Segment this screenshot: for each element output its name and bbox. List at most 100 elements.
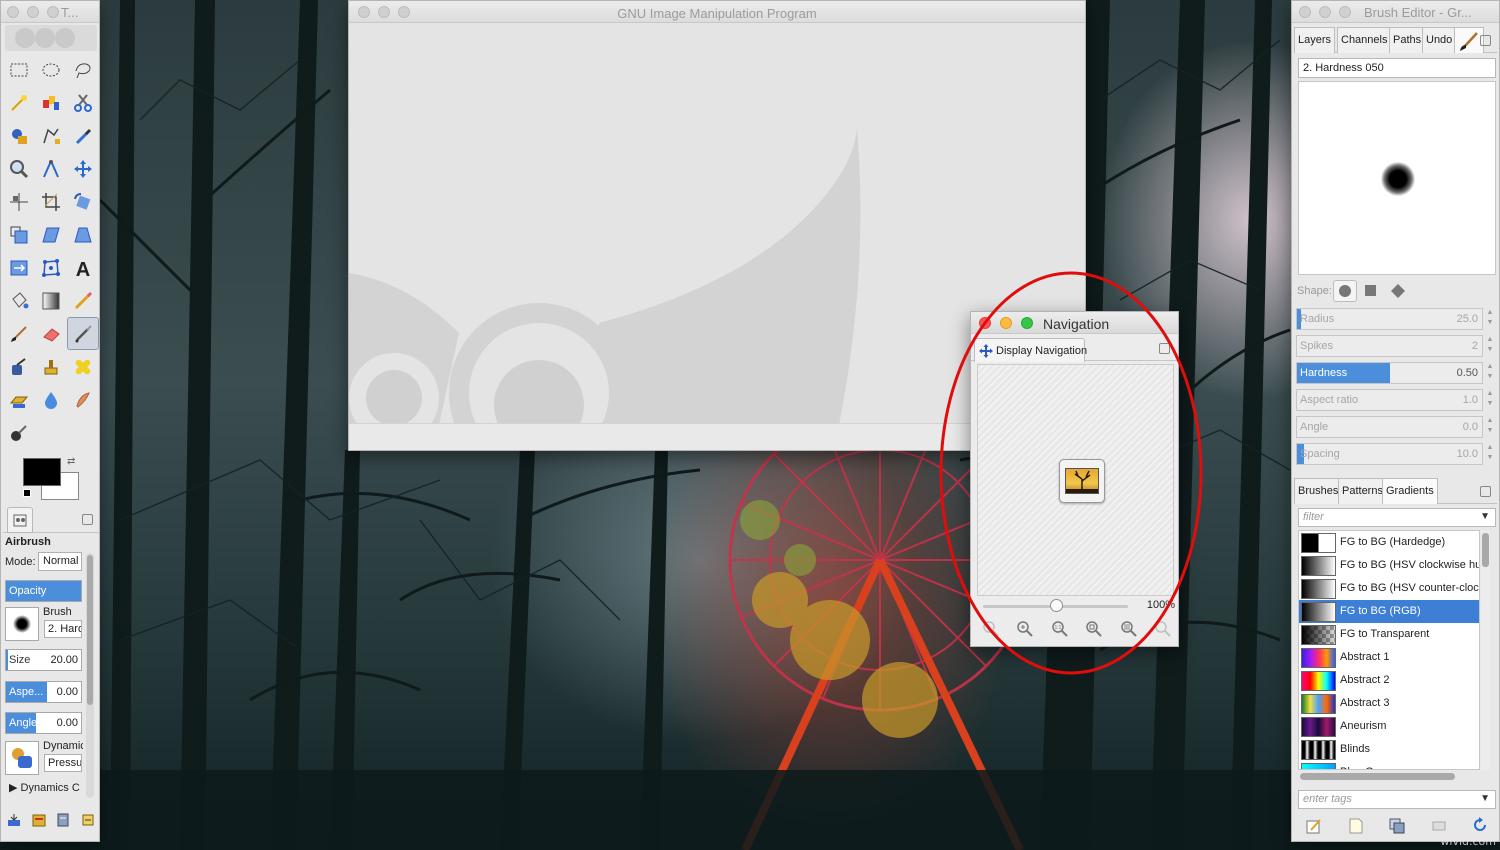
- zoom-out-button[interactable]: [979, 619, 1003, 639]
- eraser-tool[interactable]: [35, 317, 67, 350]
- mode-select[interactable]: Normal: [38, 552, 82, 571]
- dynamics-preview-button[interactable]: [5, 741, 39, 775]
- gradient-list-item[interactable]: FG to BG (RGB): [1299, 600, 1479, 623]
- spin-button[interactable]: ▲ ▼: [1485, 362, 1495, 384]
- restore-options-button[interactable]: [30, 811, 48, 829]
- tab-paths[interactable]: Paths: [1389, 27, 1426, 53]
- scale-tool[interactable]: [3, 218, 35, 251]
- blur-tool[interactable]: [35, 383, 67, 416]
- cage-tool[interactable]: [35, 251, 67, 284]
- dodge-burn-tool[interactable]: [3, 416, 35, 449]
- gradient-list-hscrollbar[interactable]: [1300, 773, 1455, 780]
- chevron-down-icon[interactable]: ▼: [1480, 793, 1490, 804]
- navigation-titlebar[interactable]: Navigation: [971, 312, 1178, 334]
- dynamics-options-expander[interactable]: ▶ Dynamics C: [9, 781, 91, 794]
- new-gradient-button[interactable]: [1346, 816, 1366, 836]
- aspect-slider[interactable]: Aspe... 0.00: [5, 681, 82, 703]
- image-thumbnail[interactable]: [1059, 459, 1105, 503]
- perspective-tool[interactable]: [67, 218, 99, 251]
- tab-layers[interactable]: Layers: [1294, 27, 1336, 53]
- gradient-list-item[interactable]: Abstract 1: [1299, 646, 1479, 669]
- shape-square-button[interactable]: [1359, 280, 1383, 302]
- navigation-preview[interactable]: [977, 364, 1174, 596]
- brush-name-field[interactable]: 2. Hard: [44, 620, 82, 638]
- save-options-button[interactable]: [5, 811, 23, 829]
- gradient-filter-input[interactable]: filter ▼: [1298, 508, 1496, 527]
- tab-display-navigation[interactable]: Display Navigation: [974, 338, 1087, 362]
- zoom-fill-button[interactable]: [1117, 619, 1141, 639]
- edit-gradient-button[interactable]: [1304, 816, 1324, 836]
- tab-brushes[interactable]: Brushes: [1294, 478, 1343, 504]
- close-button[interactable]: [1299, 6, 1311, 18]
- minimize-button[interactable]: [1000, 317, 1012, 329]
- rect-select-tool[interactable]: [3, 53, 35, 86]
- tool-options-tab[interactable]: [7, 507, 33, 533]
- foreground-select-tool[interactable]: [3, 119, 35, 152]
- minimize-button[interactable]: [1319, 6, 1331, 18]
- dock-titlebar[interactable]: Brush Editor - Gr...: [1292, 1, 1499, 23]
- shear-tool[interactable]: [35, 218, 67, 251]
- crop-tool[interactable]: [35, 185, 67, 218]
- align-tool[interactable]: [3, 185, 35, 218]
- ellipse-select-tool[interactable]: [35, 53, 67, 86]
- size-slider[interactable]: Size 20.00: [5, 649, 82, 671]
- brush-name-field[interactable]: 2. Hardness 050: [1298, 58, 1496, 78]
- brush-angle-slider[interactable]: Angle 0.0: [1296, 416, 1483, 438]
- heal-tool[interactable]: [67, 350, 99, 383]
- wilber-drop-zone[interactable]: [5, 25, 97, 51]
- brush-aspect-ratio-slider[interactable]: Aspect ratio 1.0: [1296, 389, 1483, 411]
- pencil-tool[interactable]: [67, 284, 99, 317]
- tab-undo[interactable]: Undo: [1422, 27, 1457, 53]
- fuzzy-select-tool[interactable]: [3, 86, 35, 119]
- gradient-list-item[interactable]: FG to BG (HSV counter-clockwise): [1299, 577, 1479, 600]
- smudge-tool[interactable]: [67, 383, 99, 416]
- gradient-list-item[interactable]: Aneurism: [1299, 715, 1479, 738]
- paintbrush-tool[interactable]: [3, 317, 35, 350]
- move-tool[interactable]: [67, 152, 99, 185]
- shape-diamond-button[interactable]: [1386, 280, 1410, 302]
- brush-hardness-slider[interactable]: Hardness 0.50: [1296, 362, 1483, 384]
- zoom-tool[interactable]: [3, 152, 35, 185]
- paths-tool[interactable]: [35, 119, 67, 152]
- color-select-tool[interactable]: [35, 86, 67, 119]
- perspective-clone-tool[interactable]: [3, 383, 35, 416]
- tags-input[interactable]: enter tags ▼: [1298, 790, 1496, 809]
- default-colors-icon[interactable]: [23, 489, 31, 497]
- brush-radius-slider[interactable]: Radius 25.0: [1296, 308, 1483, 330]
- foreground-color[interactable]: [23, 458, 61, 486]
- gradient-list-scrollbar[interactable]: [1481, 530, 1490, 770]
- gradient-list-item[interactable]: FG to BG (Hardedge): [1299, 531, 1479, 554]
- text-tool[interactable]: A: [67, 251, 99, 284]
- flip-tool[interactable]: [3, 251, 35, 284]
- zoom-button[interactable]: [1339, 6, 1351, 18]
- zoom-in-button[interactable]: [1013, 619, 1037, 639]
- tab-menu-icon[interactable]: [1480, 35, 1491, 46]
- delete-gradient-button[interactable]: [1429, 816, 1449, 836]
- spin-button[interactable]: ▲ ▼: [1485, 443, 1495, 465]
- gradient-list-item[interactable]: Blue Green: [1299, 761, 1479, 769]
- tab-patterns[interactable]: Patterns: [1338, 478, 1387, 504]
- opacity-slider[interactable]: Opacity: [5, 580, 82, 602]
- swap-colors-icon[interactable]: ⇄: [67, 456, 75, 467]
- spin-button[interactable]: ▲ ▼: [1485, 389, 1495, 411]
- tab-menu-icon[interactable]: [82, 514, 93, 525]
- tab-channels[interactable]: Channels: [1337, 27, 1392, 53]
- blend-tool[interactable]: [35, 284, 67, 317]
- minimize-button[interactable]: [27, 6, 39, 18]
- gradient-list-item[interactable]: Abstract 3: [1299, 692, 1479, 715]
- color-picker-tool[interactable]: [67, 119, 99, 152]
- spin-button[interactable]: ▲ ▼: [1485, 416, 1495, 438]
- image-window-titlebar[interactable]: GNU Image Manipulation Program: [349, 1, 1085, 23]
- spin-button[interactable]: ▲ ▼: [1485, 308, 1495, 330]
- shape-circle-button[interactable]: [1333, 280, 1357, 302]
- tab-menu-icon[interactable]: [1159, 343, 1170, 354]
- spin-button[interactable]: ▲ ▼: [1485, 335, 1495, 357]
- ink-tool[interactable]: [3, 350, 35, 383]
- delete-options-button[interactable]: [54, 811, 72, 829]
- zoom-1-1-button[interactable]: 1:1: [1048, 619, 1072, 639]
- gradient-list-item[interactable]: Blinds: [1299, 738, 1479, 761]
- angle-slider[interactable]: Angle 0.00: [5, 712, 82, 734]
- gradient-list-item[interactable]: Abstract 2: [1299, 669, 1479, 692]
- tool-options-scrollbar[interactable]: [86, 553, 94, 798]
- tab-menu-icon[interactable]: [1480, 486, 1491, 497]
